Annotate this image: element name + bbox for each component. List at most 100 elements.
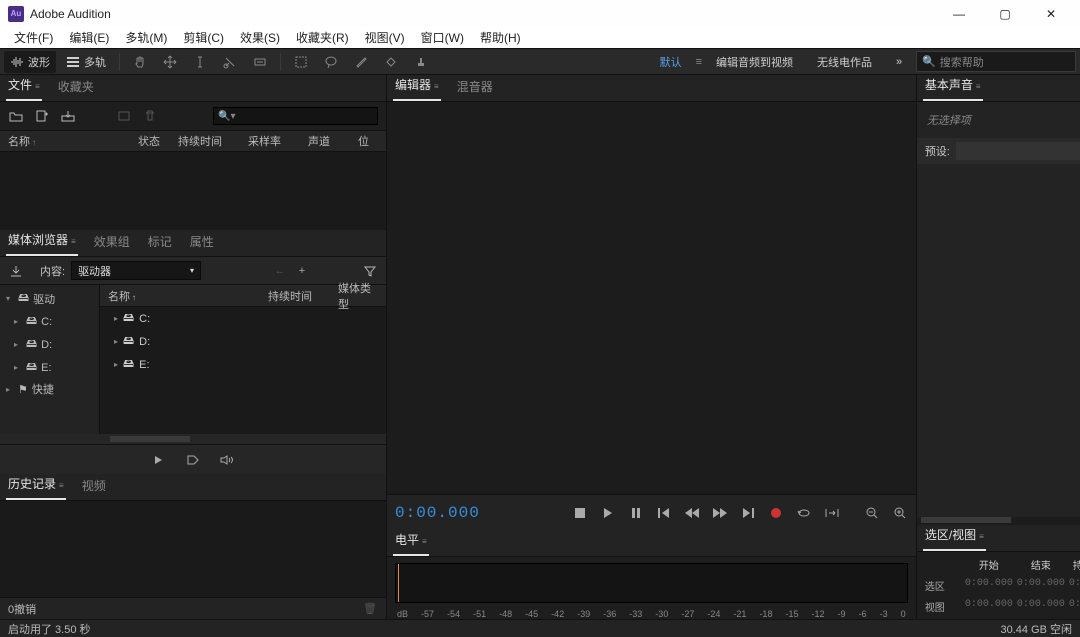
col-name[interactable]: 名称↑	[8, 133, 138, 149]
menu-edit[interactable]: 编辑(E)	[61, 28, 117, 47]
play-button[interactable]	[600, 505, 616, 521]
tool-time-select[interactable]	[187, 51, 213, 73]
rewind-button[interactable]	[684, 505, 700, 521]
tab-editor[interactable]: 编辑器≡	[393, 72, 441, 101]
col-bits[interactable]: 位	[358, 133, 378, 149]
tab-effects-rack[interactable]: 效果组	[92, 229, 132, 256]
multitrack-view-button[interactable]: 多轨	[60, 51, 112, 73]
preview-play-button[interactable]	[151, 452, 167, 468]
media-row-e[interactable]: ▸🖴E:	[100, 353, 386, 376]
media-col-name[interactable]: 名称↑	[108, 288, 268, 304]
delete-button[interactable]	[142, 108, 158, 124]
tool-move[interactable]	[157, 51, 183, 73]
panel-menu-icon[interactable]: ≡	[71, 237, 76, 246]
workspace-edit-audio-video[interactable]: 编辑音频到视频	[706, 54, 803, 70]
record-button[interactable]	[768, 505, 784, 521]
minimize-button[interactable]: —	[936, 0, 982, 27]
col-channels[interactable]: 声道	[308, 133, 358, 149]
tree-drive-c[interactable]: ▸🖴C:	[0, 310, 99, 333]
tab-levels[interactable]: 电平≡	[393, 527, 429, 556]
help-search[interactable]: 🔍 搜索帮助	[916, 51, 1076, 72]
menu-multitrack[interactable]: 多轨(M)	[117, 28, 175, 47]
view-start[interactable]: 0:00.000	[963, 596, 1015, 617]
workspace-radio-production[interactable]: 无线电作品	[807, 54, 882, 70]
open-file-button[interactable]	[8, 108, 24, 124]
close-button[interactable]: ✕	[1028, 0, 1074, 27]
preview-autoplay-button[interactable]	[185, 452, 201, 468]
maximize-button[interactable]: ▢	[982, 0, 1028, 27]
tool-heal[interactable]	[378, 51, 404, 73]
tool-brush[interactable]	[348, 51, 374, 73]
workspace-default[interactable]: 默认	[650, 54, 692, 70]
waveform-view-button[interactable]: 波形	[4, 51, 56, 73]
panel-menu-icon[interactable]: ≡	[35, 82, 40, 91]
tab-properties[interactable]: 属性	[188, 229, 216, 256]
media-col-type[interactable]: 媒体类型	[338, 280, 378, 312]
media-col-duration[interactable]: 持续时间	[268, 288, 338, 304]
panel-menu-icon[interactable]: ≡	[422, 537, 427, 546]
menu-favorites[interactable]: 收藏夹(R)	[288, 28, 357, 47]
files-search[interactable]: 🔍▾	[213, 107, 378, 125]
loop-button[interactable]	[796, 505, 812, 521]
menu-window[interactable]: 窗口(W)	[413, 28, 472, 47]
trash-icon[interactable]: 🗑	[362, 601, 378, 617]
tree-drive-e[interactable]: ▸🖴E:	[0, 356, 99, 379]
tab-selection-view[interactable]: 选区/视图≡	[923, 522, 986, 551]
content-dropdown[interactable]: 驱动器 ▾	[71, 261, 201, 280]
tool-stamp[interactable]	[408, 51, 434, 73]
selection-start[interactable]: 0:00.000	[963, 575, 1015, 596]
menu-view[interactable]: 视图(V)	[357, 28, 413, 47]
zoom-in-button[interactable]	[892, 505, 908, 521]
view-end[interactable]: 0:00.000	[1015, 596, 1067, 617]
timecode-display[interactable]: 0:00.000	[395, 504, 480, 522]
col-sample-rate[interactable]: 采样率	[248, 133, 308, 149]
tool-razor[interactable]	[217, 51, 243, 73]
view-duration[interactable]: 0:00.000	[1067, 596, 1080, 617]
media-download-button[interactable]	[8, 263, 24, 279]
zoom-out-button[interactable]	[864, 505, 880, 521]
tab-favorites[interactable]: 收藏夹	[56, 74, 96, 101]
tab-files[interactable]: 文件≡	[6, 72, 42, 101]
preset-dropdown[interactable]	[956, 142, 1080, 160]
tab-markers[interactable]: 标记	[146, 229, 174, 256]
preview-loop-button[interactable]	[219, 452, 235, 468]
tab-video[interactable]: 视频	[80, 473, 108, 500]
skip-selection-button[interactable]	[824, 505, 840, 521]
menu-help[interactable]: 帮助(H)	[472, 28, 529, 47]
panel-menu-icon[interactable]: ≡	[59, 481, 64, 490]
new-file-button[interactable]	[34, 108, 50, 124]
tree-drive-d[interactable]: ▸🖴D:	[0, 333, 99, 356]
tab-essential-sound[interactable]: 基本声音≡	[923, 72, 983, 101]
selection-duration[interactable]: 0:00.000	[1067, 575, 1080, 596]
menu-effects[interactable]: 效果(S)	[232, 28, 288, 47]
stop-button[interactable]	[572, 505, 588, 521]
forward-add-button[interactable]: +	[294, 263, 310, 279]
insert-multitrack-button[interactable]	[116, 108, 132, 124]
menu-file[interactable]: 文件(F)	[6, 28, 61, 47]
selection-end[interactable]: 0:00.000	[1015, 575, 1067, 596]
tool-marquee[interactable]	[288, 51, 314, 73]
panel-menu-icon[interactable]: ≡	[976, 82, 981, 91]
fast-forward-button[interactable]	[712, 505, 728, 521]
tool-hand[interactable]	[127, 51, 153, 73]
tab-history[interactable]: 历史记录≡	[6, 471, 66, 500]
go-to-prev-button[interactable]	[656, 505, 672, 521]
tab-media-browser[interactable]: 媒体浏览器≡	[6, 227, 78, 256]
tool-lasso[interactable]	[318, 51, 344, 73]
tab-mixer[interactable]: 混音器	[455, 74, 495, 101]
media-scrollbar[interactable]	[110, 436, 190, 442]
tool-slip[interactable]	[247, 51, 273, 73]
col-duration[interactable]: 持续时间	[178, 133, 248, 149]
menu-clip[interactable]: 剪辑(C)	[175, 28, 232, 47]
editor-canvas[interactable]	[387, 102, 916, 494]
panel-menu-icon[interactable]: ≡	[979, 532, 984, 541]
panel-menu-icon[interactable]: ≡	[434, 82, 439, 91]
import-button[interactable]	[60, 108, 76, 124]
back-button[interactable]: ←	[272, 263, 288, 279]
pause-button[interactable]	[628, 505, 644, 521]
tree-shortcuts[interactable]: ▸⚑快捷	[0, 379, 99, 399]
tree-drives-root[interactable]: ▾🖴驱动	[0, 287, 99, 310]
go-to-next-button[interactable]	[740, 505, 756, 521]
workspace-overflow[interactable]: »	[886, 56, 912, 68]
filter-button[interactable]	[362, 263, 378, 279]
